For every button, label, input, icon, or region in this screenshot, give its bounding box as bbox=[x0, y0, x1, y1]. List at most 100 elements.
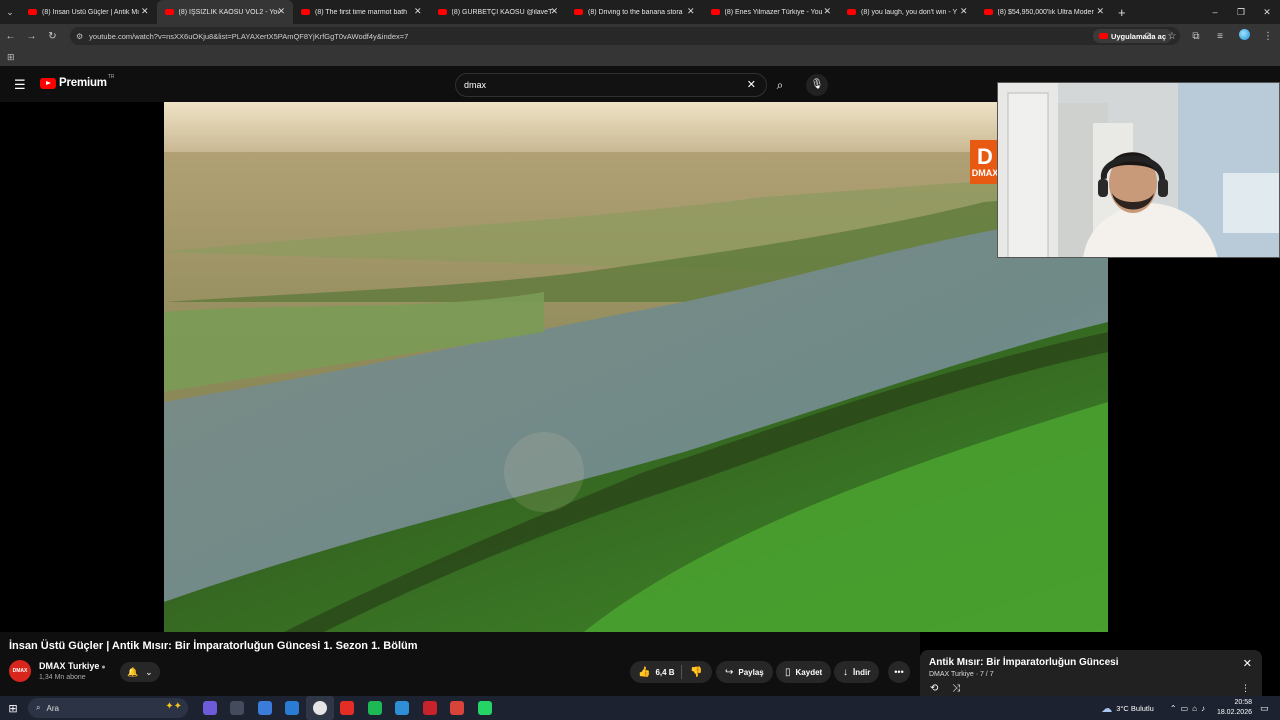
extensions-icon[interactable]: ⧉ bbox=[1184, 31, 1208, 42]
browser-tab[interactable]: (8) İnsan Üstü Güçler | Antik Mı ✕ bbox=[20, 0, 157, 24]
app-glyph bbox=[395, 701, 410, 715]
taskbar-search[interactable]: ⌕ Ara ✦✦ bbox=[28, 698, 188, 718]
save-button[interactable]: ▯ Kaydet bbox=[776, 661, 832, 683]
close-tab-icon[interactable]: ✕ bbox=[960, 6, 968, 17]
app-glyph bbox=[312, 701, 327, 715]
bookmark-icon: ▯ bbox=[785, 666, 791, 678]
taskbar-search-icon: ⌕ bbox=[36, 703, 41, 712]
search-input[interactable]: dmax ✕ bbox=[455, 73, 767, 97]
browser-menu-icon[interactable]: ⋮ bbox=[1256, 31, 1280, 42]
weather-widget[interactable]: ☁ 3°C Bulutlu bbox=[1101, 702, 1154, 715]
apps-grid-icon[interactable]: ⊞ bbox=[7, 52, 15, 63]
tray-icons[interactable]: ⌃▭⌂♪ bbox=[1170, 704, 1209, 713]
windows-taskbar: ⊞ ⌕ Ara ✦✦ ☁ 3°C Bulutlu ⌃▭⌂♪ 20:58 18.0… bbox=[0, 696, 1280, 720]
taskbar-app-icon[interactable] bbox=[306, 696, 334, 720]
bell-icon: 🔔 bbox=[127, 666, 139, 677]
youtube-favicon-icon bbox=[710, 9, 720, 15]
download-icon: ↓ bbox=[843, 666, 848, 678]
app-glyph bbox=[367, 701, 382, 715]
bookmark-star-icon[interactable]: ☆ bbox=[1160, 31, 1184, 42]
search-query: dmax bbox=[464, 80, 487, 90]
tab-search-chevron-icon[interactable]: ⌄ bbox=[0, 7, 20, 18]
share-icon: ↪ bbox=[725, 666, 734, 678]
playlist-title[interactable]: Antik Mısır: Bir İmparatorluğun Güncesi bbox=[929, 657, 1118, 668]
maximize-icon[interactable]: ❐ bbox=[1228, 0, 1254, 24]
hamburger-menu-icon[interactable]: ☰ bbox=[14, 77, 26, 93]
download-button[interactable]: ↓ İndir bbox=[834, 661, 880, 683]
share-button[interactable]: ↪ Paylaş bbox=[716, 661, 773, 683]
new-tab-plus-icon[interactable]: + bbox=[1118, 5, 1126, 20]
taskbar-app-icon[interactable] bbox=[251, 696, 279, 720]
browser-tab[interactable]: (8) GURBETÇİ KAOSU @ilaveTv ✕ bbox=[430, 0, 567, 24]
playlist-menu-icon[interactable]: ⋮ bbox=[1241, 683, 1250, 694]
browser-tab[interactable]: (8) you laugh, you don't win - Y ✕ bbox=[839, 0, 976, 24]
site-settings-icon[interactable]: ⚙ bbox=[76, 32, 83, 41]
country-code: TR bbox=[107, 74, 115, 80]
eye-off-icon[interactable]: ⊘ bbox=[1136, 31, 1160, 42]
browser-tab-strip: ⌄ (8) İnsan Üstü Güçler | Antik Mı ✕ (8) İ… bbox=[0, 0, 1280, 24]
app-glyph bbox=[340, 701, 355, 715]
taskbar-app-icon[interactable] bbox=[361, 696, 389, 720]
microphone-icon[interactable]: 🎙 bbox=[806, 74, 828, 96]
forward-arrow-icon[interactable]: → bbox=[21, 31, 42, 42]
pinned-apps bbox=[196, 696, 499, 720]
clock[interactable]: 20:58 18.02.2026 bbox=[1217, 698, 1252, 718]
url-text: youtube.com/watch?v=nsXX6uOKju8&list=PLA… bbox=[89, 31, 409, 41]
weather-text: 3°C Bulutlu bbox=[1116, 703, 1154, 713]
taskbar-app-icon[interactable] bbox=[334, 696, 362, 720]
tab-label: (8) Enes Yilmazer Türkiye - You bbox=[724, 8, 823, 16]
copilot-sparkle-icon: ✦✦ bbox=[165, 701, 182, 712]
close-tab-icon[interactable]: ✕ bbox=[823, 6, 831, 17]
minimize-icon[interactable]: – bbox=[1202, 0, 1228, 24]
clear-search-icon[interactable]: ✕ bbox=[747, 78, 756, 91]
url-bar[interactable]: ⚙ youtube.com/watch?v=nsXX6uOKju8&list=P… bbox=[70, 27, 1180, 45]
media-controls-icon[interactable]: ≡ bbox=[1208, 31, 1232, 42]
taskbar-app-icon[interactable] bbox=[389, 696, 417, 720]
taskbar-search-placeholder: Ara bbox=[46, 703, 59, 713]
close-tab-icon[interactable]: ✕ bbox=[414, 6, 422, 17]
notification-center-icon[interactable]: ▭ bbox=[1260, 703, 1274, 714]
channel-name[interactable]: DMAX Turkiye ● bbox=[39, 661, 106, 671]
thumbs-up-icon: 👍 bbox=[638, 666, 651, 678]
address-toolbar: ← → ↻ ⚙ youtube.com/watch?v=nsXX6uOKju8&… bbox=[0, 24, 1280, 48]
reload-icon[interactable]: ↻ bbox=[42, 31, 63, 42]
search-icon[interactable]: ⌕ bbox=[767, 73, 793, 97]
close-window-icon[interactable]: ✕ bbox=[1254, 0, 1280, 24]
video-player[interactable] bbox=[164, 102, 1108, 632]
notification-bell-button[interactable]: 🔔 ⌄ bbox=[120, 662, 160, 682]
windows-start-icon[interactable]: ⊞ bbox=[0, 702, 26, 715]
taskbar-app-icon[interactable] bbox=[471, 696, 499, 720]
browser-tab[interactable]: (8) $54,950,000'lık Ultra Moder ✕ bbox=[976, 0, 1113, 24]
browser-tab[interactable]: (8) The first time marmot bath ✕ bbox=[293, 0, 430, 24]
close-tab-icon[interactable]: ✕ bbox=[1096, 6, 1104, 17]
dislike-icon[interactable]: 👎 bbox=[682, 667, 702, 678]
app-glyph bbox=[257, 701, 272, 715]
taskbar-app-icon[interactable] bbox=[224, 696, 252, 720]
save-label: Kaydet bbox=[795, 667, 823, 677]
browser-tab[interactable]: (8) Enes Yilmazer Türkiye - You ✕ bbox=[703, 0, 840, 24]
taskbar-app-icon[interactable] bbox=[279, 696, 307, 720]
browser-tab[interactable]: (8) İŞSİZLİK KAOSU VOL2 - You ✕ bbox=[156, 0, 293, 24]
close-tab-icon[interactable]: ✕ bbox=[687, 6, 695, 17]
webcam-overlay bbox=[997, 82, 1280, 258]
close-tab-icon[interactable]: ✕ bbox=[550, 6, 558, 17]
profile-avatar-icon[interactable] bbox=[1232, 29, 1256, 43]
share-label: Paylaş bbox=[738, 667, 764, 677]
back-arrow-icon[interactable]: ← bbox=[0, 31, 21, 42]
more-actions-icon[interactable]: ••• bbox=[888, 661, 910, 683]
download-label: İndir bbox=[853, 667, 871, 677]
close-playlist-icon[interactable]: ✕ bbox=[1243, 657, 1252, 670]
browser-tab[interactable]: (8) Driving to the banana stora ✕ bbox=[566, 0, 703, 24]
youtube-premium-logo[interactable]: Premium TR bbox=[40, 74, 115, 89]
close-tab-icon[interactable]: ✕ bbox=[277, 6, 285, 17]
channel-avatar[interactable]: DMAX bbox=[9, 660, 31, 682]
taskbar-app-icon[interactable] bbox=[196, 696, 224, 720]
taskbar-app-icon[interactable] bbox=[416, 696, 444, 720]
app-glyph bbox=[450, 701, 465, 715]
shuffle-icon[interactable]: ⤨ bbox=[952, 683, 960, 694]
loop-icon[interactable]: ⟲ bbox=[930, 683, 938, 694]
like-button[interactable]: 👍 6,4 B bbox=[630, 665, 682, 679]
taskbar-app-icon[interactable] bbox=[444, 696, 472, 720]
logo-text: Premium bbox=[59, 77, 107, 89]
close-tab-icon[interactable]: ✕ bbox=[141, 6, 149, 17]
